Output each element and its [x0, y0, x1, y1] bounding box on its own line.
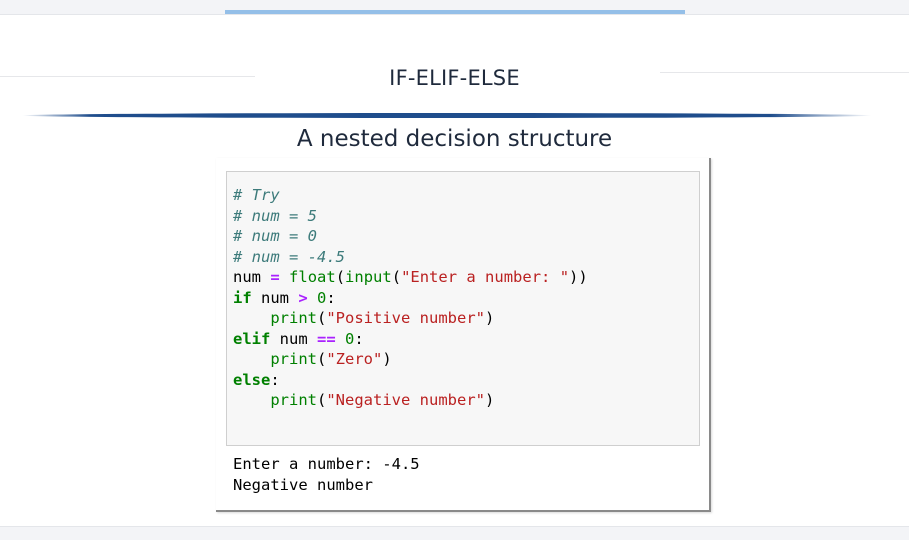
code-line: else:: [233, 370, 588, 391]
code-token-comment: # num = 5: [233, 206, 317, 225]
code-token-op: =: [270, 268, 280, 286]
code-token-punc: ): [484, 309, 495, 327]
code-token-op: ==: [317, 329, 336, 348]
code-token-str: "Negative number": [326, 391, 485, 409]
code-cell: # Try # num = 5 # num = 0 # num = -4.5 num =…: [226, 171, 700, 446]
code-token-builtin: print: [270, 391, 317, 409]
code-token-str: "Zero": [326, 350, 383, 368]
code-line: # num = -4.5: [233, 247, 588, 268]
code-line: num = float(input("Enter a number: ")): [233, 267, 588, 288]
code-line: # Try: [233, 185, 588, 206]
code-block: # Try # num = 5 # num = 0 # num = -4.5 num =…: [233, 185, 588, 411]
code-line: # num = 0: [233, 226, 588, 247]
slide-subtitle: A nested decision structure: [296, 126, 613, 152]
code-token-kw: if: [233, 288, 252, 307]
code-token-name: num: [270, 329, 317, 348]
code-token-punc: (: [335, 268, 346, 286]
code-token-comment: # Try: [233, 186, 280, 204]
output-line: Enter a number: -4.5: [233, 455, 420, 473]
code-token-punc: (: [317, 391, 327, 409]
bottom-band: [0, 526, 909, 540]
slide-title: IF-ELIF-ELSE: [389, 66, 520, 90]
code-token-punc: ): [382, 350, 392, 368]
code-line: print("Zero"): [233, 349, 588, 370]
code-token-ws: [233, 391, 270, 409]
code-token-builtin: float: [289, 268, 336, 286]
top-accent-bar: [225, 10, 685, 14]
code-line: print("Positive number"): [233, 308, 588, 329]
code-token-str: "Positive number": [326, 309, 485, 327]
code-token-name: num: [251, 288, 299, 307]
code-token-punc: )): [569, 268, 588, 286]
code-token-str: "Enter a number: ": [401, 268, 570, 286]
title-divider: [22, 113, 872, 118]
code-line: if num > 0:: [233, 288, 588, 309]
code-token-kw: elif: [233, 329, 271, 348]
code-token-ws: [233, 309, 270, 327]
code-token-name: num: [233, 268, 261, 286]
code-line: elif num == 0:: [233, 329, 588, 350]
code-token-punc: (: [317, 309, 327, 327]
code-token-ws: [336, 330, 345, 348]
code-token-punc: ): [484, 391, 495, 409]
code-token-ws: [280, 268, 289, 286]
code-token-ws: [261, 268, 270, 286]
cell-output: Enter a number: -4.5 Negative number: [233, 454, 420, 495]
code-line: # num = 5: [233, 206, 588, 227]
code-token-num: 0: [345, 329, 355, 348]
code-token-punc: :: [326, 288, 336, 307]
code-token-ws: [233, 350, 270, 368]
code-token-comment: # num = -4.5: [233, 247, 345, 266]
code-token-ws: [308, 289, 317, 307]
output-line: Negative number: [233, 475, 373, 494]
code-token-punc: :: [354, 329, 364, 348]
code-token-punc: (: [317, 350, 327, 368]
code-token-num: 0: [317, 288, 327, 307]
code-token-builtin: print: [270, 350, 317, 368]
code-line: print("Negative number"): [233, 390, 588, 411]
slide: IF-ELIF-ELSE A nested decision structure…: [0, 0, 909, 540]
code-token-builtin: input: [345, 268, 392, 286]
code-token-builtin: print: [270, 309, 317, 327]
code-token-comment: # num = 0: [233, 227, 317, 245]
notebook-screenshot: # Try # num = 5 # num = 0 # num = -4.5 num =…: [216, 158, 711, 512]
code-token-punc: :: [270, 370, 280, 389]
code-token-op: >: [298, 288, 308, 307]
code-token-kw: else: [233, 370, 271, 389]
code-token-punc: (: [391, 268, 402, 286]
